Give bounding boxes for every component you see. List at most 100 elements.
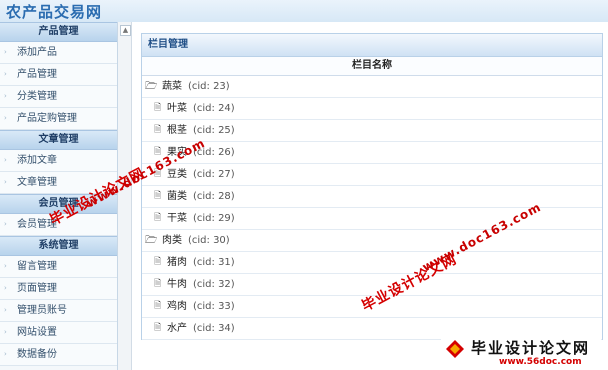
bullet-icon: › xyxy=(4,114,7,122)
category-name[interactable]: 果实 xyxy=(167,147,187,158)
document-icon: 🗎 xyxy=(154,257,162,267)
sidebar: 产品管理 › 添加产品 › 产品管理 › 分类管理 › 产品定购管理 文章管理 › 添加文章 › 文章管理… xyxy=(0,22,118,370)
category-row-child[interactable]: 🗎 根茎 (cid: 25) xyxy=(142,120,602,142)
bullet-icon: › xyxy=(4,328,7,336)
category-name[interactable]: 叶菜 xyxy=(167,103,187,114)
category-label: 牛肉 (cid: 32) xyxy=(167,274,235,295)
sidebar-menu-item-label: 产品管理 xyxy=(17,69,57,80)
category-label: 蔬菜 (cid: 23) xyxy=(162,76,230,97)
sidebar-menu-item-label: 添加文章 xyxy=(17,155,57,166)
bullet-icon: › xyxy=(4,262,7,270)
bullet-icon: › xyxy=(4,220,7,228)
category-label: 干菜 (cid: 29) xyxy=(167,208,235,229)
logo-text: 毕业设计论文网 xyxy=(471,339,591,357)
category-name[interactable]: 肉类 xyxy=(162,235,182,246)
sidebar-menu-item-label: 数据备份 xyxy=(17,349,57,360)
sidebar-menu-item-label: 会员管理 xyxy=(17,219,57,230)
category-row-child[interactable]: 🗎 牛肉 (cid: 32) xyxy=(142,274,602,296)
document-icon: 🗎 xyxy=(154,147,162,157)
category-label: 叶菜 (cid: 24) xyxy=(167,98,235,119)
category-label: 菌类 (cid: 28) xyxy=(167,186,235,207)
category-name[interactable]: 水产 xyxy=(167,323,187,334)
category-tree: 🗁 蔬菜 (cid: 23) 🗎 叶菜 (cid: 24) 🗎 根茎 (cid: 25) 🗎 果实 (… xyxy=(142,76,602,340)
sidebar-menu-item[interactable]: › 产品管理 xyxy=(0,64,117,86)
document-icon: 🗎 xyxy=(154,301,162,311)
category-row-parent[interactable]: 🗁 肉类 (cid: 30) xyxy=(142,230,602,252)
sidebar-menu-item[interactable]: › 添加产品 xyxy=(0,42,117,64)
logo-url: www.56doc.com xyxy=(499,357,582,367)
sidebar-section-header[interactable]: 产品管理 xyxy=(0,22,117,42)
category-row-parent[interactable]: 🗁 蔬菜 (cid: 23) xyxy=(142,76,602,98)
category-name[interactable]: 牛肉 xyxy=(167,279,187,290)
folder-icon: 🗁 xyxy=(145,235,158,246)
sidebar-menu-item-label: 管理员账号 xyxy=(17,305,67,316)
sidebar-menu-item[interactable]: › 会员管理 xyxy=(0,214,117,236)
category-row-child[interactable]: 🗎 果实 (cid: 26) xyxy=(142,142,602,164)
category-id: (cid: 34) xyxy=(193,323,235,334)
category-name[interactable]: 猪肉 xyxy=(167,257,187,268)
sidebar-menu-item[interactable]: › 分类管理 xyxy=(0,86,117,108)
category-id: (cid: 26) xyxy=(193,147,235,158)
sidebar-menu-item[interactable]: › 文章管理 xyxy=(0,172,117,194)
scroll-up-arrow-icon[interactable]: ▲ xyxy=(120,25,131,36)
bullet-icon: › xyxy=(4,156,7,164)
category-row-child[interactable]: 🗎 豆类 (cid: 27) xyxy=(142,164,602,186)
bullet-icon: › xyxy=(4,178,7,186)
document-icon: 🗎 xyxy=(154,191,162,201)
category-label: 果实 (cid: 26) xyxy=(167,142,235,163)
sidebar-menu-item[interactable]: › 留言管理 xyxy=(0,256,117,278)
category-id: (cid: 33) xyxy=(193,301,235,312)
sidebar-menu: 产品管理 › 添加产品 › 产品管理 › 分类管理 › 产品定购管理 文章管理 › 添加文章 › 文章管理… xyxy=(0,22,117,366)
sidebar-menu-item[interactable]: › 产品定购管理 xyxy=(0,108,117,130)
document-icon: 🗎 xyxy=(154,103,162,113)
sidebar-menu-item[interactable]: › 数据备份 xyxy=(0,344,117,366)
column-header-category-name: 栏目名称 xyxy=(142,57,602,76)
category-label: 豆类 (cid: 27) xyxy=(167,164,235,185)
category-id: (cid: 27) xyxy=(193,169,235,180)
category-name[interactable]: 菌类 xyxy=(167,191,187,202)
bullet-icon: › xyxy=(4,284,7,292)
category-row-child[interactable]: 🗎 叶菜 (cid: 24) xyxy=(142,98,602,120)
sidebar-splitter[interactable]: ▲ xyxy=(118,22,132,370)
bullet-icon: › xyxy=(4,70,7,78)
sidebar-menu-item[interactable]: › 网站设置 xyxy=(0,322,117,344)
category-name[interactable]: 鸡肉 xyxy=(167,301,187,312)
sidebar-menu-item[interactable]: › 管理员账号 xyxy=(0,300,117,322)
sidebar-menu-item-label: 留言管理 xyxy=(17,261,57,272)
category-name[interactable]: 干菜 xyxy=(167,213,187,224)
category-id: (cid: 32) xyxy=(193,279,235,290)
category-label: 肉类 (cid: 30) xyxy=(162,230,230,251)
category-row-child[interactable]: 🗎 菌类 (cid: 28) xyxy=(142,186,602,208)
category-name[interactable]: 蔬菜 xyxy=(162,81,182,92)
sidebar-menu-item[interactable]: › 页面管理 xyxy=(0,278,117,300)
category-id: (cid: 31) xyxy=(193,257,235,268)
category-label: 根茎 (cid: 25) xyxy=(167,120,235,141)
category-id: (cid: 24) xyxy=(193,103,235,114)
category-id: (cid: 29) xyxy=(193,213,235,224)
document-icon: 🗎 xyxy=(154,169,162,179)
app-title: 农产品交易网 xyxy=(6,3,103,21)
logo-emblem-icon xyxy=(446,340,464,358)
category-name[interactable]: 豆类 xyxy=(167,169,187,180)
document-icon: 🗎 xyxy=(154,125,162,135)
sidebar-menu-item[interactable]: › 添加文章 xyxy=(0,150,117,172)
category-row-child[interactable]: 🗎 猪肉 (cid: 31) xyxy=(142,252,602,274)
sidebar-menu-item-label: 文章管理 xyxy=(17,177,57,188)
category-label: 猪肉 (cid: 31) xyxy=(167,252,235,273)
category-row-child[interactable]: 🗎 鸡肉 (cid: 33) xyxy=(142,296,602,318)
sidebar-menu-item-label: 添加产品 xyxy=(17,47,57,58)
category-row-child[interactable]: 🗎 干菜 (cid: 29) xyxy=(142,208,602,230)
category-id: (cid: 23) xyxy=(188,81,230,92)
panel-title: 栏目管理 xyxy=(142,34,602,57)
bullet-icon: › xyxy=(4,350,7,358)
category-label: 鸡肉 (cid: 33) xyxy=(167,296,235,317)
sidebar-section-header[interactable]: 文章管理 xyxy=(0,130,117,150)
category-name[interactable]: 根茎 xyxy=(167,125,187,136)
site-logo: 毕业设计论文网 www.56doc.com xyxy=(441,333,601,368)
document-icon: 🗎 xyxy=(154,279,162,289)
document-icon: 🗎 xyxy=(154,323,162,333)
bullet-icon: › xyxy=(4,306,7,314)
sidebar-section-header[interactable]: 会员管理 xyxy=(0,194,117,214)
sidebar-menu-item-label: 网站设置 xyxy=(17,327,57,338)
sidebar-section-header[interactable]: 系统管理 xyxy=(0,236,117,256)
